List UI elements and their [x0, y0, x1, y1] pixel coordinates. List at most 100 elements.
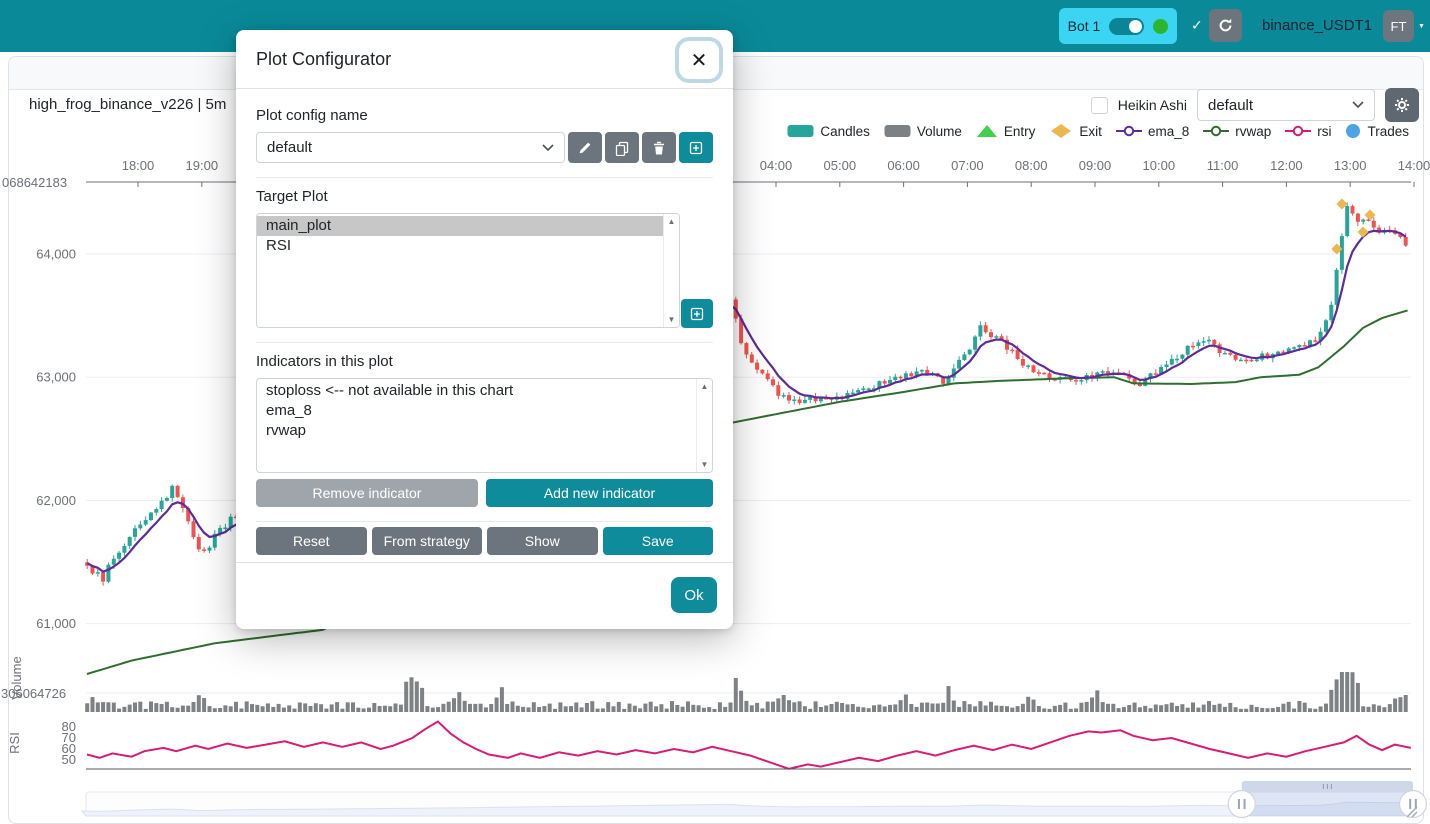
modal-header: Plot Configurator ✕ [236, 30, 733, 89]
rsi-line [87, 722, 1411, 769]
price-axis-label: 63,000 [36, 370, 76, 385]
legend-label: Volume [917, 124, 962, 139]
time-axis-label: 14:00 [1398, 158, 1430, 173]
legend-item-rvwap[interactable]: rvwap [1203, 124, 1271, 139]
target-plot-label: Target Plot [256, 188, 713, 205]
scrollbar[interactable]: ▲ ▼ [663, 214, 679, 327]
indicators-listbox[interactable]: stoploss <-- not available in this chart… [256, 378, 713, 473]
scroll-down-icon[interactable]: ▼ [668, 315, 676, 324]
Candles-swatch-icon [787, 124, 814, 138]
ok-button[interactable]: Ok [671, 577, 717, 613]
time-axis-label: 13:00 [1334, 158, 1367, 173]
time-axis-label: 09:00 [1079, 158, 1112, 173]
time-axis-label: 06:00 [887, 158, 920, 173]
heikin-ashi-checkbox[interactable] [1091, 97, 1108, 114]
scroll-down-icon[interactable]: ▼ [701, 460, 709, 469]
reset-button[interactable]: Reset [256, 527, 367, 555]
indicator-item[interactable]: ema_8 [257, 401, 697, 421]
scrollbar[interactable]: ▲ ▼ [696, 379, 712, 472]
plot-config-name-value: default [267, 139, 312, 156]
avatar[interactable]: FT [1383, 10, 1414, 42]
add-config-button[interactable] [679, 132, 713, 163]
modal-body: Plot config name default [236, 89, 733, 555]
copy-icon [614, 140, 630, 156]
duplicate-config-button[interactable] [605, 132, 639, 163]
legend-item-Volume[interactable]: Volume [884, 124, 962, 139]
rename-config-button[interactable] [568, 132, 602, 163]
chevron-down-icon[interactable]: ▼ [1418, 23, 1425, 30]
time-axis-label: 19:00 [186, 158, 219, 173]
scroll-up-icon[interactable]: ▲ [701, 382, 709, 391]
y-axis-top-label: 068642183 [2, 175, 67, 190]
modal-footer: Ok [236, 562, 733, 629]
add-target-plot-button[interactable] [681, 299, 713, 328]
from-strategy-button[interactable]: From strategy [372, 527, 483, 555]
price-axis-label: 62,000 [36, 493, 76, 508]
save-button[interactable]: Save [603, 527, 714, 555]
datazoom-selection[interactable] [1242, 792, 1413, 816]
legend-item-Entry[interactable]: Entry [976, 124, 1036, 139]
trash-icon [651, 140, 667, 156]
legend-label: Candles [820, 124, 870, 139]
rsi-pane-label: RSI [7, 732, 22, 754]
time-axis-label: 12:00 [1270, 158, 1303, 173]
chevron-down-icon [542, 144, 554, 152]
Volume-swatch-icon [884, 124, 911, 138]
indicator-item[interactable]: stoploss <-- not available in this chart [257, 381, 697, 401]
avatar-initials: FT [1391, 19, 1407, 34]
legend-item-ema_8[interactable]: ema_8 [1116, 124, 1189, 139]
indicator-item[interactable]: rvwap [257, 421, 697, 441]
bot-online-dot [1153, 19, 1168, 34]
close-icon: ✕ [691, 48, 708, 73]
delete-config-button[interactable] [642, 132, 676, 163]
bot-name-label: Bot 1 [1068, 18, 1101, 34]
time-axis-label: 10:00 [1143, 158, 1176, 173]
time-axis-label: 05:00 [824, 158, 857, 173]
ema_8-swatch-icon [1116, 124, 1142, 138]
datazoom-right-handle[interactable] [1400, 791, 1427, 818]
time-axis-label: 18:00 [122, 158, 155, 173]
bot-toggle-knob [1129, 20, 1142, 33]
indicators-list: stoploss <-- not available in this chart… [257, 381, 697, 441]
refresh-button[interactable] [1209, 9, 1242, 42]
close-button[interactable]: ✕ [679, 41, 719, 79]
volume-pane-label: Volume [9, 656, 24, 699]
plot-config-select[interactable]: default [1197, 89, 1375, 121]
chevron-down-icon [1352, 101, 1364, 109]
volume-series [85, 672, 1408, 712]
time-axis-label: 08:00 [1015, 158, 1048, 173]
plot-config-name-select[interactable]: default [256, 132, 565, 163]
add-new-indicator-button[interactable]: Add new indicator [486, 479, 713, 507]
datazoom-left-handle[interactable] [1228, 791, 1255, 818]
legend-label: Exit [1079, 124, 1102, 139]
legend-label: rvwap [1235, 124, 1271, 139]
legend-label: Trades [1367, 124, 1409, 139]
time-axis-label: 07:00 [951, 158, 984, 173]
plot-config-select-value: default [1208, 97, 1253, 114]
legend-label: rsi [1317, 124, 1331, 139]
gear-icon [1394, 97, 1410, 113]
modal-title: Plot Configurator [256, 49, 391, 70]
remove-indicator-button[interactable]: Remove indicator [256, 479, 478, 507]
bot-toggle[interactable] [1109, 18, 1144, 35]
legend-item-Candles[interactable]: Candles [787, 124, 870, 139]
target-plot-listbox[interactable]: main_plotRSI ▲ ▼ [256, 213, 680, 328]
rsi-swatch-icon [1285, 124, 1311, 138]
account-name: binance_USDT1 [1262, 17, 1372, 34]
bot-selector-button[interactable]: Bot 1 [1059, 8, 1177, 44]
chart-controls: Heikin Ashi default [1091, 88, 1419, 122]
plus-square-icon [689, 306, 705, 322]
scroll-up-icon[interactable]: ▲ [668, 217, 676, 226]
time-axis-label: 11:00 [1207, 158, 1239, 173]
legend-label: Entry [1004, 124, 1036, 139]
target-plot-item[interactable]: main_plot [257, 216, 664, 236]
show-button[interactable]: Show [487, 527, 598, 555]
refresh-icon [1217, 17, 1234, 34]
legend-item-Exit[interactable]: Exit [1049, 123, 1102, 139]
legend-item-rsi[interactable]: rsi [1285, 124, 1331, 139]
chart-settings-button[interactable] [1385, 88, 1419, 122]
rvwap-swatch-icon [1203, 124, 1229, 138]
legend-item-Trades[interactable]: Trades [1345, 123, 1409, 139]
target-plot-item[interactable]: RSI [257, 236, 664, 256]
chart-title: high_frog_binance_v226 | 5m [29, 96, 226, 113]
